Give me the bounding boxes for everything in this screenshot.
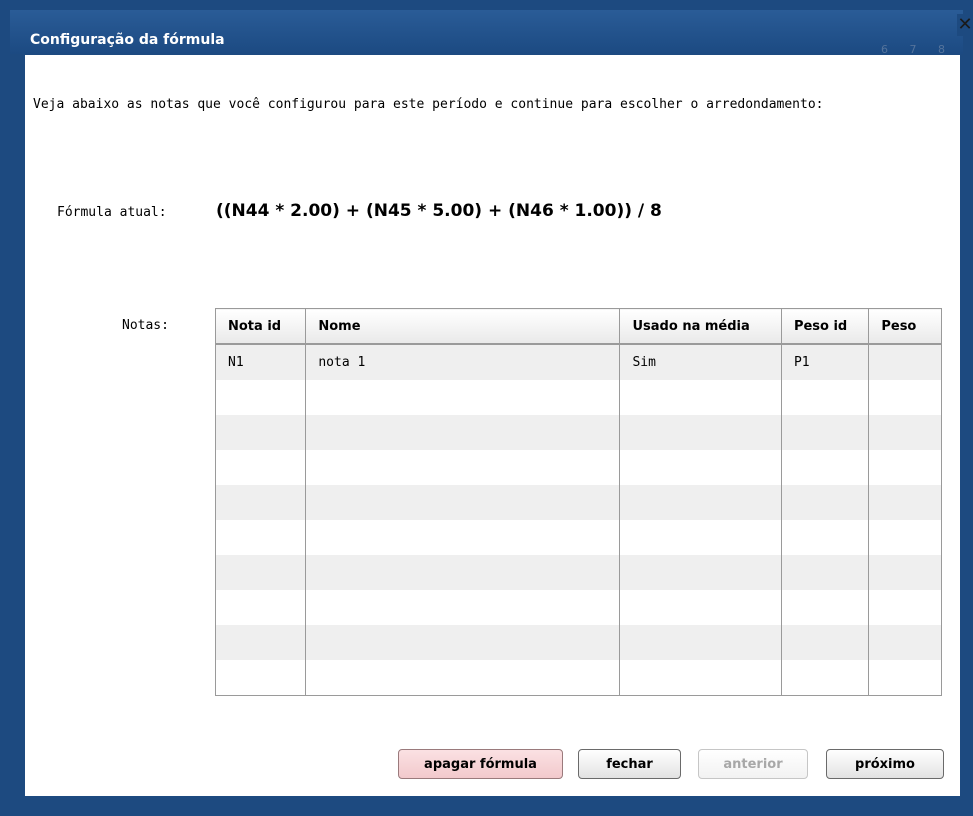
column-header-usado-na-media[interactable]: Usado na média <box>619 308 782 345</box>
notes-table: Nota id Nome Usado na média Peso id Peso… <box>214 308 942 696</box>
table-row[interactable]: N1 nota 1 Sim P1 <box>214 344 942 380</box>
notes-label: Notas: <box>122 318 169 333</box>
close-button[interactable]: fechar <box>578 749 681 779</box>
dialog-title: Configuração da fórmula <box>30 32 225 48</box>
empty-row <box>214 415 942 450</box>
empty-row <box>214 520 942 555</box>
empty-row <box>214 555 942 590</box>
column-header-peso-id[interactable]: Peso id <box>780 308 870 345</box>
cell-usado-na-media: Sim <box>619 344 782 380</box>
table-header-row: Nota id Nome Usado na média Peso id Peso <box>214 308 942 345</box>
cell-peso <box>868 344 942 380</box>
formula-value: ((N44 * 2.00) + (N45 * 5.00) + (N46 * 1.… <box>216 201 662 221</box>
intro-text: Veja abaixo as notas que você configurou… <box>33 97 824 112</box>
previous-button[interactable]: anterior <box>698 749 808 779</box>
column-header-nome[interactable]: Nome <box>305 308 621 345</box>
next-button[interactable]: próximo <box>826 749 944 779</box>
empty-row <box>214 660 942 696</box>
cell-nome: nota 1 <box>305 344 621 380</box>
empty-row <box>214 380 942 415</box>
empty-row <box>214 485 942 520</box>
dialog-titlebar: Configuração da fórmula 6 7 8 <box>10 10 963 56</box>
cell-peso-id: P1 <box>780 344 870 380</box>
empty-row <box>214 590 942 625</box>
dialog-content: Veja abaixo as notas que você configurou… <box>25 55 960 796</box>
column-header-nota-id[interactable]: Nota id <box>214 308 307 345</box>
formula-label: Fórmula atual: <box>57 205 167 220</box>
close-icon[interactable]: ✕ <box>957 14 973 36</box>
cell-nota-id: N1 <box>214 344 307 380</box>
empty-row <box>214 450 942 485</box>
column-header-peso[interactable]: Peso <box>868 308 942 345</box>
empty-row <box>214 625 942 660</box>
formula-config-dialog: Configuração da fórmula 6 7 8 ✕ Veja aba… <box>0 0 973 816</box>
delete-formula-button[interactable]: apagar fórmula <box>398 749 563 779</box>
